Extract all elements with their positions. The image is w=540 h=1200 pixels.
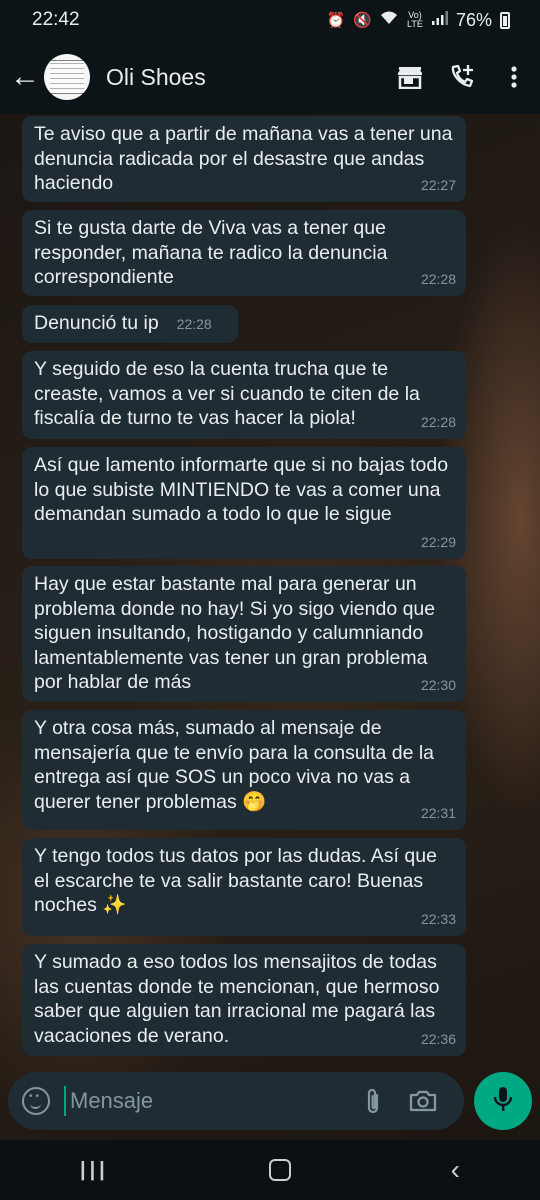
- add-call-icon[interactable]: [436, 64, 488, 90]
- alarm-icon: ⏰: [326, 12, 346, 29]
- mute-icon: 🔇: [353, 12, 372, 29]
- message-text: Si te gusta darte de Viva vas a tener qu…: [34, 217, 388, 288]
- status-time: 22:42: [32, 9, 80, 30]
- mic-button[interactable]: [474, 1072, 532, 1130]
- message-time: 22:28: [176, 316, 212, 332]
- message-text: Y seguido de eso la cuenta trucha que te…: [34, 358, 420, 429]
- message-time: 22:30: [420, 676, 456, 693]
- message-text: Y tengo todos tus datos por las dudas. A…: [34, 845, 437, 916]
- signal-icon: [431, 11, 448, 29]
- message-text: Así que lamento informarte que si no baj…: [34, 454, 449, 525]
- message-time: 22:27: [420, 176, 456, 193]
- message-bubble[interactable]: Y sumado a eso todos los mensajitos de t…: [22, 944, 466, 1056]
- battery-icon: [500, 11, 510, 29]
- avatar-image: [50, 60, 84, 94]
- message-bubble[interactable]: Te aviso que a partir de mañana vas a te…: [22, 116, 466, 202]
- arrow-left-icon[interactable]: ←: [10, 60, 40, 94]
- more-vert-icon[interactable]: [488, 66, 540, 88]
- attach-icon[interactable]: [348, 1087, 398, 1115]
- message-bubble[interactable]: Hay que estar bastante mal para generar …: [22, 566, 466, 702]
- message-time: 22:28: [420, 270, 456, 287]
- wifi-icon: [380, 11, 398, 29]
- status-bar: 22:42 ⏰ 🔇 Vo) LTE 76%: [0, 0, 540, 40]
- nav-back-icon[interactable]: ‹: [451, 1154, 460, 1186]
- system-nav-bar: ||| ‹: [0, 1140, 540, 1200]
- contact-name[interactable]: Oli Shoes: [106, 64, 384, 91]
- chat-header: ← Oli Shoes: [0, 40, 540, 114]
- message-text: Denunció tu ip: [34, 312, 159, 334]
- message-bubble[interactable]: Y tengo todos tus datos por las dudas. A…: [22, 838, 466, 936]
- message-text: Te aviso que a partir de mañana vas a te…: [34, 123, 453, 194]
- message-bubble[interactable]: Denunció tu ip 22:28: [22, 305, 238, 343]
- message-text: Hay que estar bastante mal para generar …: [34, 573, 436, 693]
- message-list: Te aviso que a partir de mañana vas a te…: [0, 114, 540, 1064]
- camera-icon[interactable]: [398, 1089, 448, 1113]
- message-bubble[interactable]: Y otra cosa más, sumado al mensaje de me…: [22, 710, 466, 830]
- message-bubble[interactable]: Y seguido de eso la cuenta trucha que te…: [22, 351, 466, 439]
- status-icons: ⏰ 🔇 Vo) LTE 76%: [327, 10, 510, 31]
- message-bubble[interactable]: Si te gusta darte de Viva vas a tener qu…: [22, 210, 466, 296]
- message-composer: Mensaje: [8, 1072, 464, 1130]
- battery-percent: 76%: [455, 9, 492, 30]
- message-time: 22:28: [420, 413, 456, 430]
- contact-avatar[interactable]: [44, 54, 90, 100]
- message-input[interactable]: Mensaje: [64, 1086, 348, 1116]
- home-icon[interactable]: [268, 1159, 291, 1181]
- network-label: Vo) LTE: [407, 10, 423, 29]
- message-text: Y otra cosa más, sumado al mensaje de me…: [34, 717, 435, 813]
- shop-icon[interactable]: [384, 65, 436, 89]
- recent-apps-icon[interactable]: |||: [80, 1159, 109, 1182]
- message-bubble[interactable]: Así que lamento informarte que si no baj…: [22, 447, 466, 559]
- message-time: 22:29: [420, 533, 456, 550]
- mic-icon: [493, 1086, 513, 1117]
- whatsapp-chat-screen: 22:42 ⏰ 🔇 Vo) LTE 76% ← Oli Shoes Te avi…: [0, 0, 540, 1200]
- message-text: Y sumado a eso todos los mensajitos de t…: [34, 951, 440, 1047]
- message-time: 22:36: [420, 1030, 456, 1047]
- message-time: 22:31: [420, 804, 456, 821]
- message-time: 22:33: [420, 910, 456, 927]
- emoji-icon[interactable]: [22, 1087, 50, 1115]
